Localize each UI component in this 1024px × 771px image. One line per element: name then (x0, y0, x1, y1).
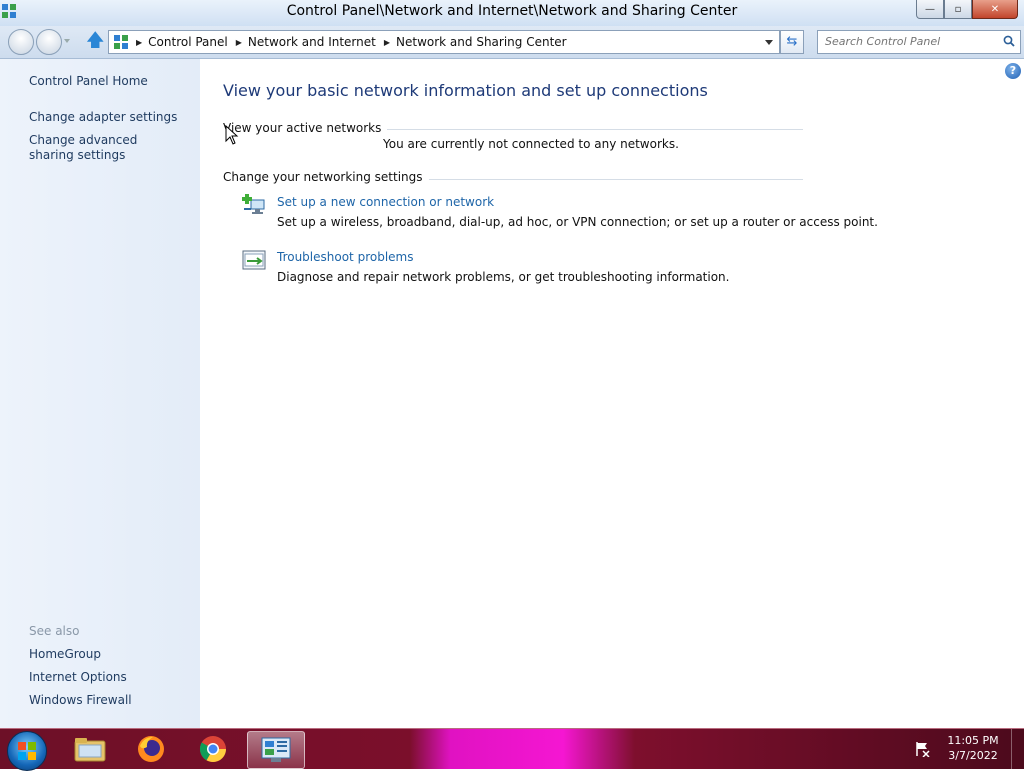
file-explorer-icon[interactable] (62, 731, 118, 767)
up-arrow-icon[interactable]: 🡅 (86, 31, 105, 51)
chevron-right-icon[interactable]: ▶ (136, 38, 142, 47)
start-button[interactable] (7, 731, 47, 771)
control-panel-icon (114, 35, 128, 49)
change-adapter-settings-link[interactable]: Change adapter settings (29, 110, 177, 125)
window-title: Control Panel\Network and Internet\Netwo… (286, 3, 738, 19)
show-desktop-button[interactable] (1011, 729, 1024, 769)
see-also-label: See also (29, 624, 80, 638)
system-clock[interactable]: 11:05 PM 3/7/2022 (936, 733, 1010, 763)
troubleshoot-link[interactable]: Troubleshoot problems (277, 250, 413, 264)
back-button[interactable] (8, 29, 34, 55)
address-bar[interactable]: ▶ Control Panel ▶ Network and Internet ▶… (108, 30, 780, 54)
mouse-cursor-icon (225, 125, 239, 145)
clock-date: 3/7/2022 (948, 749, 998, 762)
change-settings-heading: Change your networking settings (223, 170, 429, 184)
firefox-icon[interactable] (123, 731, 179, 767)
homegroup-link[interactable]: HomeGroup (29, 647, 101, 662)
close-button[interactable]: ✕ (972, 0, 1018, 19)
windows-logo-icon (18, 742, 36, 760)
search-box[interactable] (817, 30, 1021, 54)
troubleshoot-description: Diagnose and repair network problems, or… (277, 270, 730, 284)
search-icon[interactable] (1003, 35, 1015, 47)
chrome-icon[interactable] (185, 731, 241, 767)
control-panel-taskbar-button[interactable] (247, 731, 305, 769)
not-connected-text: You are currently not connected to any n… (383, 137, 679, 151)
address-dropdown-icon[interactable] (765, 40, 773, 45)
breadcrumb-network-sharing-center[interactable]: Network and Sharing Center (396, 35, 567, 49)
setup-connection-description: Set up a wireless, broadband, dial-up, a… (277, 215, 878, 229)
navigation-bar: 🡅 ▶ Control Panel ▶ Network and Internet… (0, 26, 1024, 59)
main-content: ? View your basic network information an… (200, 59, 1024, 728)
page-title: View your basic network information and … (223, 81, 708, 100)
breadcrumb-network-and-internet[interactable]: Network and Internet (248, 35, 376, 49)
control-panel-home-link[interactable]: Control Panel Home (29, 74, 148, 89)
minimize-button[interactable]: — (916, 0, 944, 19)
change-advanced-sharing-link[interactable]: Change advanced sharing settings (29, 133, 179, 163)
help-icon[interactable]: ? (1005, 63, 1021, 79)
breadcrumb-control-panel[interactable]: Control Panel (148, 35, 228, 49)
refresh-button[interactable]: ⇆ (780, 30, 804, 54)
windows-firewall-link[interactable]: Windows Firewall (29, 693, 132, 708)
setup-connection-link[interactable]: Set up a new connection or network (277, 195, 494, 209)
chevron-right-icon[interactable]: ▶ (384, 38, 390, 47)
network-setup-icon[interactable] (242, 194, 266, 216)
troubleshoot-icon[interactable] (242, 250, 266, 272)
search-input[interactable] (818, 31, 995, 51)
recent-pages-dropdown[interactable] (64, 39, 70, 43)
clock-time: 11:05 PM (947, 734, 999, 747)
forward-button[interactable] (36, 29, 62, 55)
active-networks-heading: View your active networks (223, 121, 388, 135)
restore-button[interactable]: ▫ (944, 0, 972, 19)
task-pane: Control Panel Home Change adapter settin… (0, 59, 200, 728)
taskbar: 11:05 PM 3/7/2022 (0, 728, 1024, 771)
action-center-flag-icon[interactable] (914, 741, 930, 757)
title-bar: Control Panel\Network and Internet\Netwo… (0, 0, 1024, 26)
chevron-right-icon[interactable]: ▶ (236, 38, 242, 47)
internet-options-link[interactable]: Internet Options (29, 670, 127, 685)
